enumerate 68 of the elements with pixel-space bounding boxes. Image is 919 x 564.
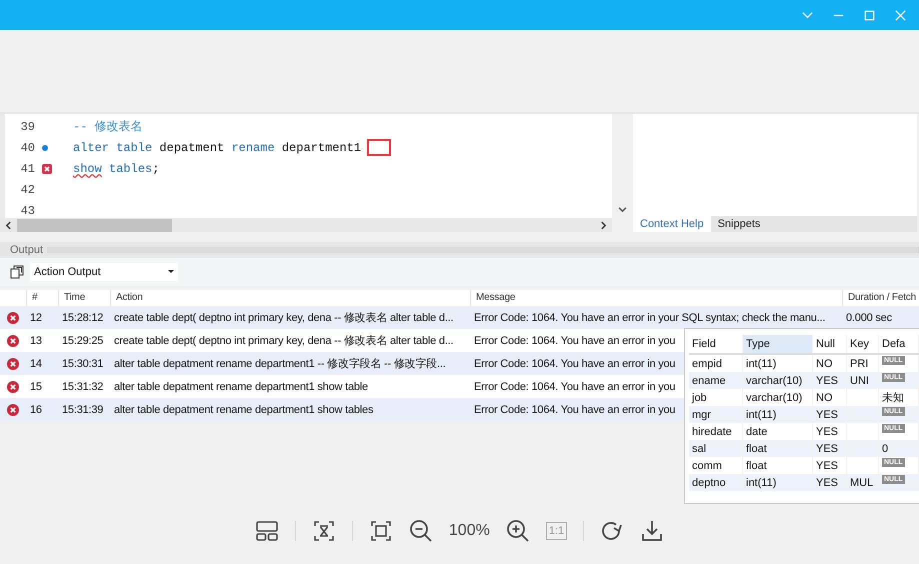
table-cell-text: alter table depatment rename department1 -- 修改字段名 -- 修改字段...	[113, 356, 446, 371]
table-cell: mgr	[689, 406, 743, 423]
code-editor[interactable]: 39 -- 修改表名 40 alter table depatment rename department1 41 show tables; 42 43	[5, 114, 612, 218]
column-header[interactable]: Type	[743, 335, 813, 353]
code-line: alter table depatment rename department1	[73, 140, 362, 154]
zoom-out-icon[interactable]	[408, 519, 433, 543]
zoom-level: 100%	[448, 522, 490, 540]
line-number: 39	[20, 120, 35, 134]
table-cell-text: 12	[29, 312, 43, 324]
table-cell: int(11)	[743, 474, 813, 491]
column-header[interactable]: Null	[813, 335, 847, 353]
scroll-left-icon[interactable]	[4, 220, 13, 230]
output-type-dropdown[interactable]: Action Output	[30, 263, 178, 281]
table-cell: YES	[813, 474, 847, 491]
table-cell: ename	[689, 372, 743, 389]
scroll-right-icon[interactable]	[599, 220, 608, 230]
table-cell: MUL	[847, 474, 879, 491]
line-number: 40	[20, 140, 35, 154]
table-cell-text: 14	[29, 358, 43, 370]
copy-icon[interactable]	[10, 265, 24, 279]
table-cell-text: 0.000 sec	[845, 312, 892, 324]
table-cell-text: Error Code: 1064. You have an error in you	[473, 334, 676, 346]
table-cell: 0	[879, 440, 919, 457]
dropdown-caret-icon	[168, 270, 174, 274]
output-title: Output	[10, 244, 44, 256]
table-cell-text: 15:30:31	[61, 358, 104, 370]
table-cell-text: create table dept( deptno int primary key, dena -- 修改表名 alter table d...	[113, 334, 454, 348]
line-number: 42	[20, 182, 35, 196]
table-cell-text: 15:28:12	[61, 312, 104, 324]
table-cell-text: 13	[29, 334, 43, 346]
column-header[interactable]: Key	[847, 335, 879, 353]
table-cell: YES	[813, 372, 847, 389]
table-cell-text: 15:29:25	[61, 334, 104, 346]
table-cell-text: 16	[29, 404, 43, 416]
code-line: show tables;	[73, 162, 160, 176]
table-cell: varchar(10)	[743, 372, 813, 389]
scroll-down-icon[interactable]	[618, 205, 626, 214]
table-cell: deptno	[689, 474, 743, 491]
fullscreen-icon[interactable]	[368, 519, 393, 543]
panel-tab[interactable]: Context Help	[633, 216, 711, 232]
panel-grip[interactable]	[47, 247, 919, 253]
table-cell-text: Error Code: 1064. You have an error in you	[473, 358, 676, 370]
table-cell-text: alter table depatment rename department1 show tables	[113, 404, 374, 416]
table-cell-text: create table dept( deptno int primary key, dena -- 修改表名 alter table d...	[113, 311, 454, 325]
table-cell-text: Error Code: 1064. You have an error in you	[473, 404, 676, 416]
rotate-icon[interactable]	[600, 519, 624, 543]
fit-screen-icon[interactable]	[312, 519, 336, 543]
scrollbar-thumb[interactable]	[17, 218, 172, 232]
line-number: 43	[20, 204, 35, 218]
table-cell-text: 15	[29, 380, 43, 392]
code-line: -- 修改表名	[73, 119, 143, 135]
table-cell-text: alter table depatment rename department1 show table	[113, 380, 368, 392]
column-header[interactable]: Defa	[879, 335, 919, 353]
table-cell: float	[743, 440, 813, 457]
table-cell: UNI	[847, 372, 879, 389]
zoom-in-icon[interactable]	[506, 519, 530, 543]
table-cell-text: Error Code: 1064. You have an error in your SQL syntax; check the manu...	[473, 312, 826, 324]
panel-tab[interactable]: Snippets	[710, 216, 768, 232]
table-cell: YES	[813, 440, 847, 457]
layout-icon[interactable]	[254, 519, 279, 543]
table-cell-text: Error Code: 1064. You have an error in you	[473, 380, 676, 392]
download-icon[interactable]	[640, 519, 664, 543]
table-cell: sal	[689, 440, 743, 457]
table-cell-text: 15:31:39	[61, 404, 104, 416]
table-cell-text: 15:31:32	[61, 380, 104, 392]
table-cell: int(11)	[743, 406, 813, 423]
line-number: 41	[20, 162, 35, 176]
table-cell: YES	[813, 406, 847, 423]
